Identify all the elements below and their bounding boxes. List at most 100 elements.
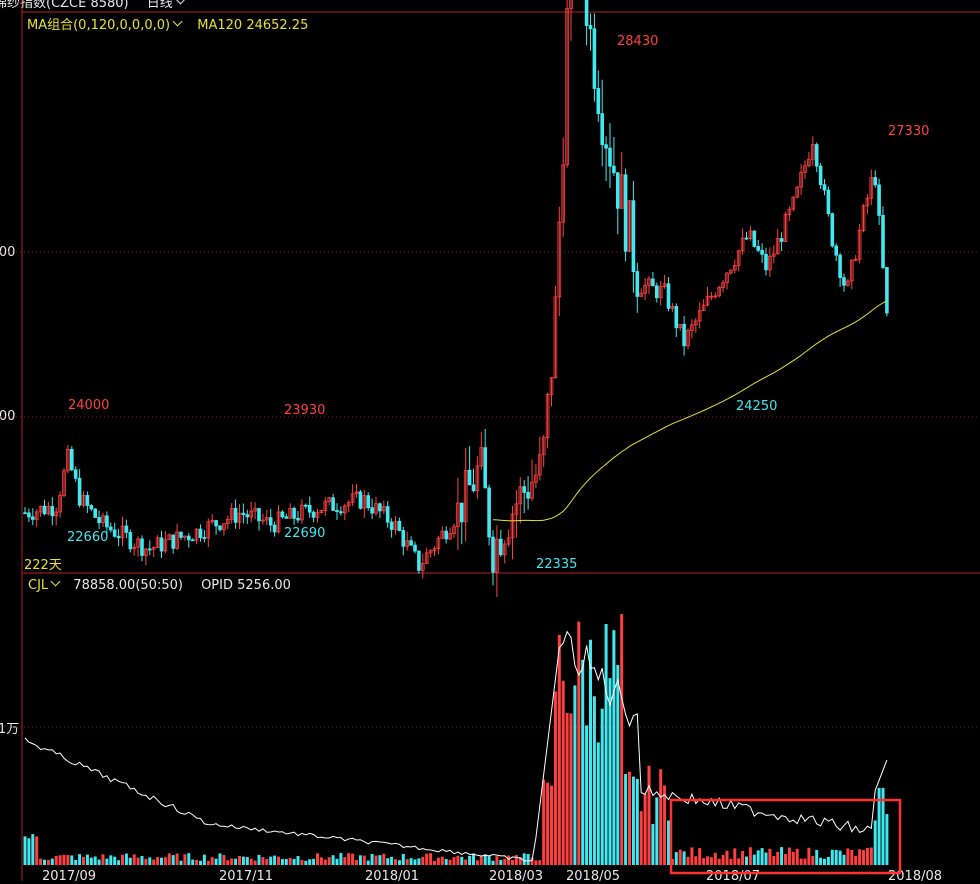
volume-bar [140, 856, 144, 865]
volume-bar [807, 847, 811, 865]
volume-bar [776, 851, 780, 865]
volume-bar [522, 853, 526, 865]
volume-bar [378, 855, 382, 865]
volume-bar [784, 853, 787, 865]
volume-bar [312, 858, 316, 865]
candle-body [444, 530, 448, 540]
volume-bar [550, 785, 553, 865]
volume-bar [690, 847, 694, 865]
volume-bar [585, 725, 589, 865]
candle-body [23, 512, 27, 515]
candle-body [389, 521, 394, 530]
candle-body [830, 213, 835, 247]
volume-bar [206, 860, 210, 865]
volume-bar [230, 858, 234, 865]
volume-bar [370, 853, 374, 865]
candle-body [42, 505, 47, 515]
candle-body [50, 506, 55, 517]
ma120-line [492, 300, 888, 522]
volume-bar [35, 836, 39, 865]
volume-bar [448, 859, 452, 865]
volume-bar [752, 854, 756, 865]
volume-bar [93, 856, 97, 865]
candle-body [257, 508, 261, 522]
volume-bar [702, 858, 706, 865]
volume-bar [405, 859, 409, 865]
volume-bar [31, 834, 35, 865]
volume-bar [394, 859, 397, 865]
candle-body [93, 508, 98, 518]
volume-bar [82, 856, 85, 865]
volume-bar [655, 797, 659, 865]
candle-body [600, 113, 604, 146]
volume-bar [772, 855, 776, 865]
candle-body [97, 517, 101, 524]
volume-bar [733, 848, 737, 865]
volume-bar [397, 860, 401, 865]
volume-bar [764, 852, 768, 865]
candle-body [483, 447, 487, 489]
candle-body [311, 511, 316, 518]
volume-bar [421, 856, 425, 865]
volume-bar [226, 860, 230, 865]
price-volume-chart[interactable] [0, 0, 980, 881]
volume-bar [842, 854, 846, 865]
candle-body [471, 484, 476, 492]
volume-bar [553, 691, 557, 865]
volume-bar [171, 855, 175, 865]
candle-body [666, 283, 671, 309]
volume-bar [152, 859, 156, 865]
volume-bar [663, 785, 667, 865]
volume-bar [366, 860, 370, 865]
candle-body [612, 165, 616, 174]
volume-bar [631, 776, 635, 865]
candle-body [292, 507, 296, 519]
candle-body [233, 508, 238, 523]
candle-body [77, 477, 82, 506]
volume-bar [741, 850, 745, 865]
candle-body [760, 249, 764, 255]
volume-bar [347, 853, 351, 865]
volume-bar [647, 765, 651, 865]
candle-body [339, 511, 343, 514]
volume-bar [101, 854, 105, 865]
volume-bar [686, 856, 690, 865]
volume-bar [873, 820, 877, 865]
volume-bar [261, 857, 265, 865]
volume-bar [780, 847, 784, 865]
volume-bar [429, 853, 433, 865]
candle-body [70, 448, 74, 471]
candle-body [752, 230, 757, 247]
candle-body [522, 486, 526, 493]
candle-body [885, 267, 889, 314]
candle-body [385, 506, 390, 523]
volume-bar [452, 857, 456, 865]
volume-bar [713, 852, 717, 865]
volume-bar [862, 850, 865, 865]
candle-body [635, 271, 640, 297]
volume-bar [280, 859, 284, 865]
candle-body [526, 491, 530, 499]
volume-bar [117, 860, 121, 865]
volume-bar [526, 853, 530, 865]
volume-bar [409, 858, 413, 865]
volume-bar [105, 858, 109, 865]
volume-bar [351, 853, 355, 865]
volume-bar [678, 849, 682, 865]
candle-body [27, 512, 31, 518]
volume-bar [265, 859, 269, 865]
volume-bar [768, 848, 772, 865]
volume-bar [191, 859, 195, 865]
volume-bar [316, 853, 319, 865]
candle-body [674, 306, 679, 329]
volume-bar [335, 858, 339, 865]
volume-bar [195, 860, 199, 865]
volume-bar [331, 855, 335, 865]
volume-bar [187, 853, 191, 865]
volume-bar [589, 639, 592, 865]
volume-bar [323, 859, 327, 865]
volume-bar [635, 778, 639, 865]
candle-body [109, 526, 113, 531]
volume-bar [436, 857, 440, 865]
volume-bar [124, 853, 128, 865]
